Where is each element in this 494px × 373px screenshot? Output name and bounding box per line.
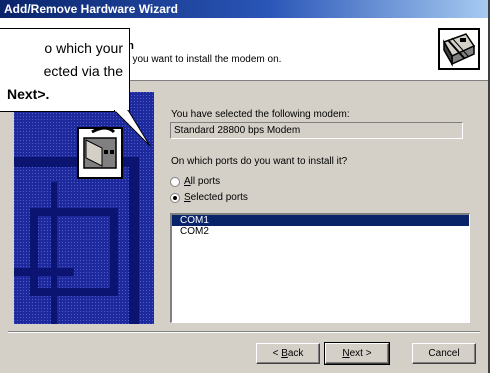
radio-selected-ports[interactable]: Selected ports	[170, 192, 248, 203]
ports-question-label: On which ports do you want to install it…	[171, 156, 348, 167]
back-button[interactable]: < Back	[256, 343, 320, 364]
window-title: Add/Remove Hardware Wizard	[4, 2, 178, 16]
modem-name-value: Standard 28800 bps Modem	[174, 125, 301, 136]
callout-line-2: ected via the	[43, 63, 123, 79]
ports-listbox[interactable]: COM1 COM2	[170, 213, 470, 323]
selected-modem-label: You have selected the following modem:	[171, 109, 350, 120]
callout-line-3: Next>.	[7, 86, 50, 102]
radio-selected-ports-circle[interactable]	[170, 192, 180, 203]
port-list-item-com1[interactable]: COM1	[172, 215, 469, 226]
callout-pointer	[114, 110, 151, 147]
callout-line-1: o which your	[44, 40, 123, 56]
modem-port-icon	[438, 28, 480, 70]
radio-selected-ports-label: Selected ports	[184, 192, 248, 203]
radio-all-ports-label: All ports	[184, 176, 221, 187]
radio-all-ports[interactable]: All ports	[170, 176, 220, 187]
next-button[interactable]: Next >	[324, 342, 390, 365]
button-separator	[8, 331, 480, 333]
title-bar: Add/Remove Hardware Wizard	[0, 0, 488, 18]
instruction-callout: o which your ected via the Next>.	[0, 28, 130, 112]
port-list-item-com2[interactable]: COM2	[172, 226, 469, 237]
header-subtitle: (s) you want to install the modem on.	[118, 54, 282, 65]
modem-name-field: Standard 28800 bps Modem	[170, 122, 463, 139]
cancel-button[interactable]: Cancel	[412, 343, 476, 364]
radio-all-ports-circle[interactable]	[170, 176, 180, 187]
